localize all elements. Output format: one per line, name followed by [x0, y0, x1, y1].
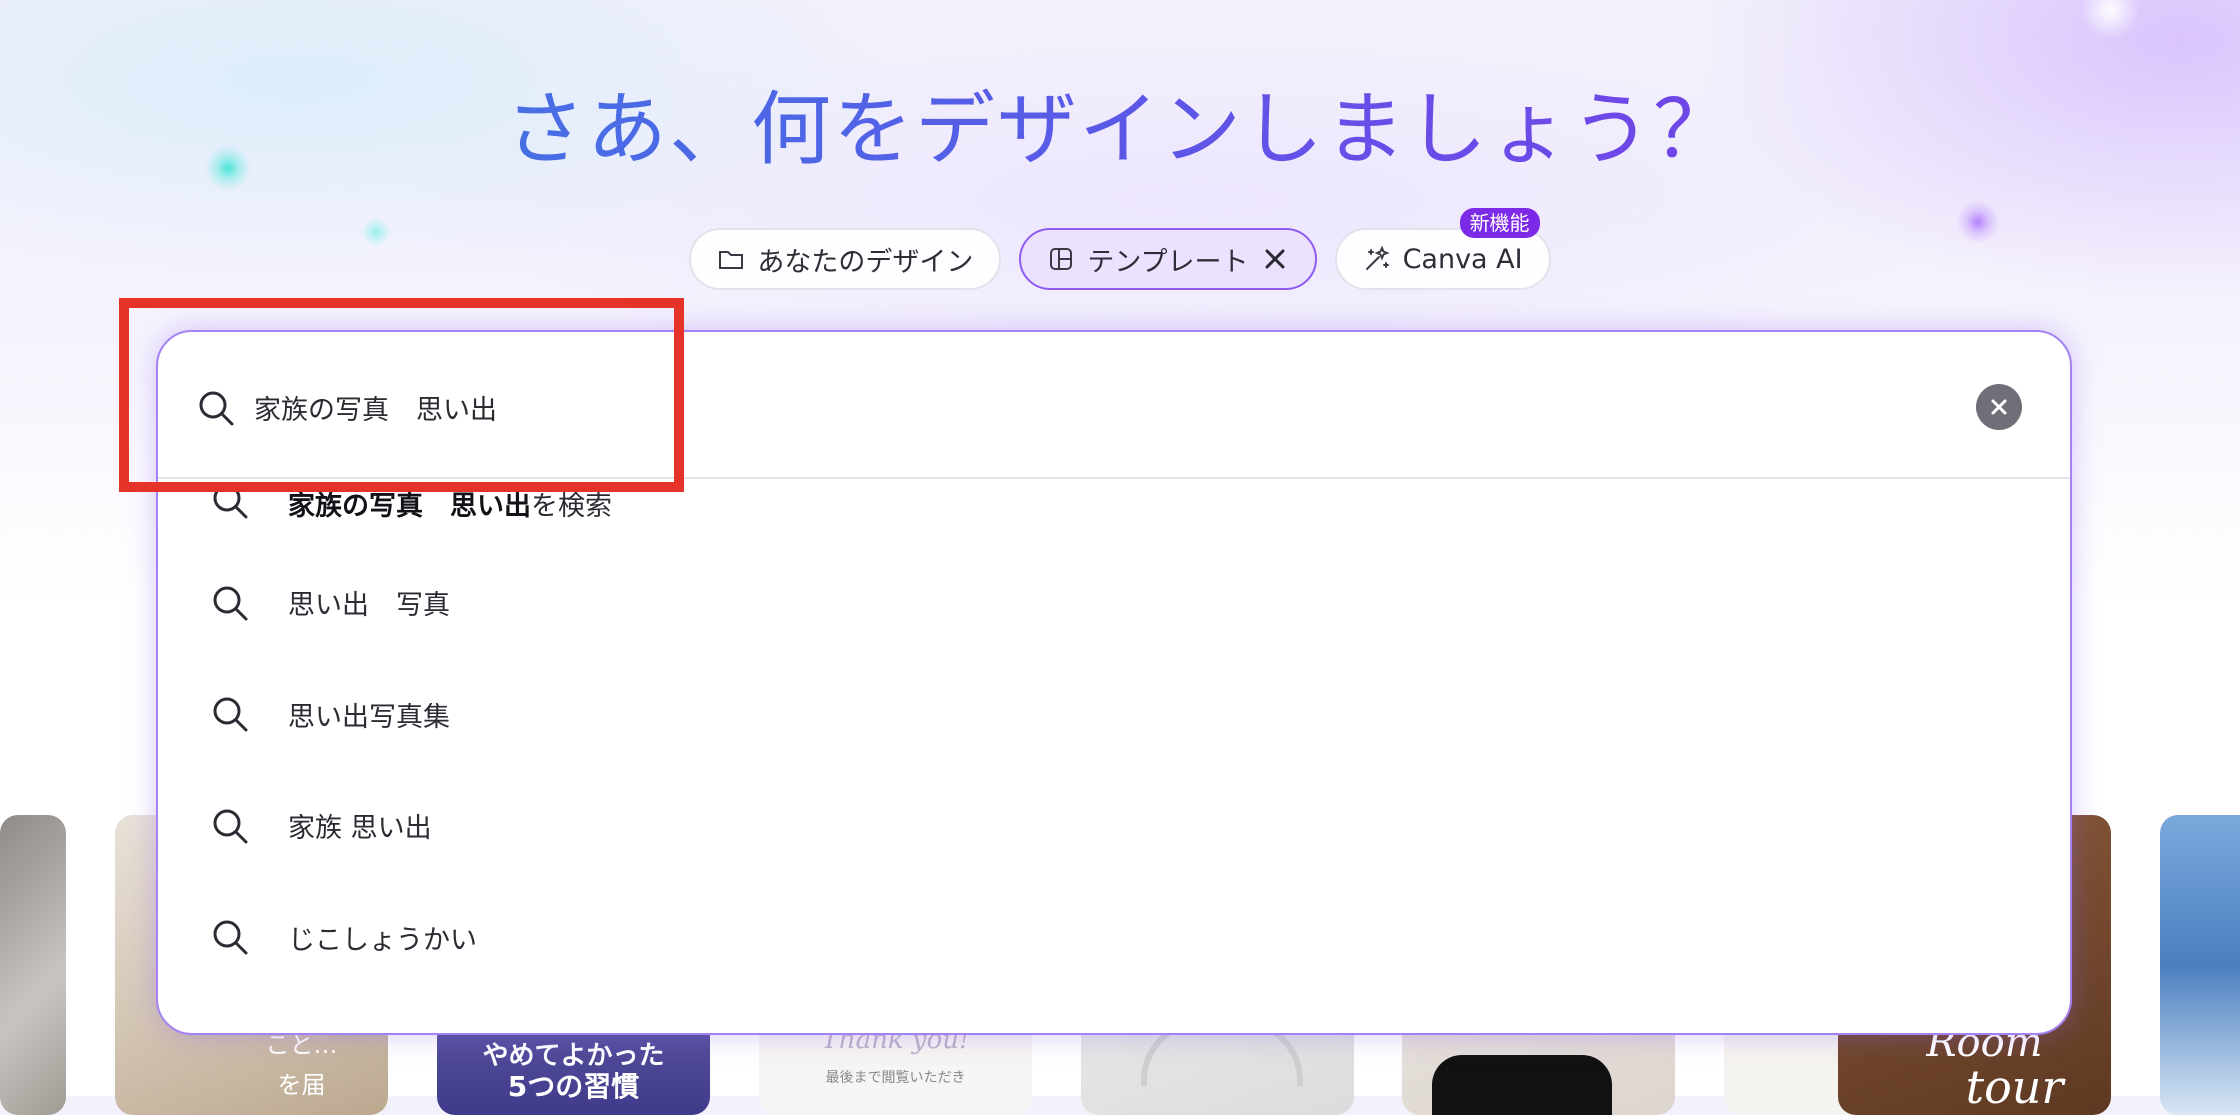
suggestion-item[interactable]: 思い出写真集	[158, 659, 2070, 771]
suggestion-item[interactable]: 家族 思い出	[158, 770, 2070, 882]
suggestion-label: じこしょうかい	[288, 924, 477, 956]
white-sparkle-decoration	[2080, 0, 2140, 40]
sparkle-icon	[1363, 245, 1391, 273]
search-icon	[213, 484, 248, 519]
suggestion-label: 家族の写真 思い出を検索	[288, 484, 612, 523]
chip-label: Canva AI	[1402, 243, 1523, 275]
search-icon	[213, 920, 248, 955]
search-bar	[158, 332, 2070, 479]
search-icon	[199, 391, 234, 426]
suggestion-suffix: を検索	[531, 491, 612, 522]
thumbnail-text: 5つの習慣	[507, 1070, 640, 1103]
thumbnail-text: 最後まで閲覧いただき	[825, 1070, 966, 1086]
search-panel: 家族の写真 思い出を検索 思い出 写真 思い出写真集 家族 思い出 じこしょうか…	[156, 330, 2072, 1035]
chip-canva-ai[interactable]: 新機能 Canva AI	[1334, 208, 1551, 290]
chip-templates[interactable]: テンプレート	[1019, 228, 1317, 290]
close-icon[interactable]	[1261, 245, 1289, 273]
template-thumbnail[interactable]	[0, 815, 66, 1115]
search-scope-chips: あなたのデザイン テンプレート 新機能 Canva AI	[0, 208, 2240, 290]
suggestion-label: 家族 思い出	[288, 813, 432, 845]
search-icon	[213, 697, 248, 732]
clear-search-button[interactable]	[1976, 384, 2022, 430]
suggestion-label: 思い出 写真	[288, 590, 450, 622]
search-input[interactable]	[254, 382, 1854, 432]
search-icon	[213, 809, 248, 844]
thumbnail-text: を届	[277, 1071, 326, 1099]
chip-your-designs[interactable]: あなたのデザイン	[689, 228, 1002, 290]
suggestion-item[interactable]: 家族の写真 思い出を検索	[158, 477, 2070, 547]
folder-icon	[717, 245, 745, 273]
page-headline: さあ、何をデザインしましょう？	[0, 78, 2240, 182]
template-thumbnail[interactable]	[2160, 815, 2240, 1115]
suggestion-query: 家族の写真 思い出	[288, 491, 531, 522]
new-feature-badge: 新機能	[1459, 208, 1540, 238]
template-icon	[1047, 245, 1075, 273]
search-suggestions-list: 家族の写真 思い出を検索 思い出 写真 思い出写真集 家族 思い出 じこしょうか…	[158, 477, 2070, 993]
suggestion-item[interactable]: じこしょうかい	[158, 882, 2070, 994]
thumbnail-text: tour	[1965, 1060, 2064, 1114]
chip-label: あなたのデザイン	[757, 246, 974, 278]
close-icon	[1991, 399, 2007, 415]
suggestion-label: 思い出写真集	[288, 701, 450, 733]
search-icon	[213, 586, 248, 621]
chip-label: テンプレート	[1087, 246, 1249, 278]
suggestion-item[interactable]: 思い出 写真	[158, 547, 2070, 659]
